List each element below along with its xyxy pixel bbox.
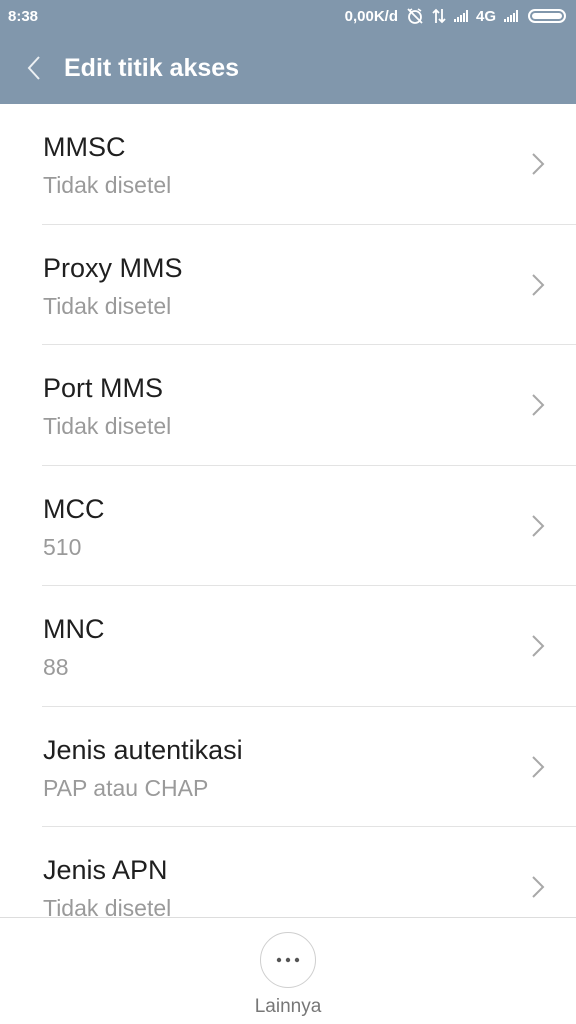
chevron-left-icon	[27, 56, 40, 80]
data-speed: 0,00K/d	[344, 7, 398, 25]
setting-proxy-mms[interactable]: Proxy MMS Tidak disetel	[0, 225, 576, 345]
data-transfer-icon	[432, 8, 446, 24]
chevron-right-icon	[532, 394, 545, 416]
setting-label: Jenis APN	[43, 855, 168, 885]
setting-mmsc[interactable]: MMSC Tidak disetel	[0, 104, 576, 225]
page-title: Edit titik akses	[64, 53, 240, 82]
setting-value: Tidak disetel	[43, 413, 172, 439]
setting-label: Proxy MMS	[43, 252, 183, 283]
more-button[interactable]	[260, 932, 316, 988]
setting-label: Port MMS	[43, 373, 164, 403]
setting-label: MMSC	[43, 132, 126, 162]
setting-apn-type[interactable]: Jenis APN Tidak disetel	[0, 827, 576, 917]
setting-label: MNC	[43, 614, 105, 644]
more-label: Lainnya	[254, 996, 322, 1017]
setting-mnc[interactable]: MNC 88	[0, 586, 576, 707]
back-button[interactable]	[2, 36, 66, 100]
chevron-right-icon	[532, 514, 545, 537]
bottom-action-bar: Lainnya	[0, 917, 576, 1024]
alarm-off-icon	[406, 7, 424, 25]
setting-value: Tidak disetel	[43, 895, 172, 917]
settings-list: MMSC Tidak disetel Proxy MMS Tidak diset…	[0, 104, 576, 917]
more-horizontal-icon	[276, 957, 300, 963]
app-header: 8:38 0,00K/d 4G Edit titik akses	[0, 0, 576, 104]
status-icons: 0,00K/d 4G	[345, 7, 566, 25]
chevron-right-icon	[532, 153, 545, 175]
status-time: 8:38	[8, 7, 39, 25]
setting-value: PAP atau CHAP	[43, 774, 209, 801]
title-bar: Edit titik akses	[0, 36, 576, 100]
setting-value: 88	[43, 654, 69, 680]
setting-auth-type[interactable]: Jenis autentikasi PAP atau CHAP	[0, 707, 576, 827]
setting-value: Tidak disetel	[43, 292, 172, 319]
network-type: 4G	[475, 7, 496, 25]
setting-value: Tidak disetel	[43, 172, 172, 198]
chevron-right-icon	[532, 273, 545, 296]
signal-icon	[453, 10, 468, 22]
status-bar: 8:38 0,00K/d 4G	[0, 0, 576, 32]
setting-value: 510	[43, 533, 82, 560]
setting-port-mms[interactable]: Port MMS Tidak disetel	[0, 345, 576, 466]
setting-label: Jenis autentikasi	[43, 734, 243, 765]
setting-label: MCC	[43, 493, 105, 524]
chevron-right-icon	[532, 755, 545, 778]
setting-mcc[interactable]: MCC 510	[0, 466, 576, 586]
chevron-right-icon	[532, 635, 545, 657]
signal-icon	[504, 10, 518, 22]
chevron-right-icon	[532, 876, 545, 898]
battery-icon	[528, 9, 566, 23]
